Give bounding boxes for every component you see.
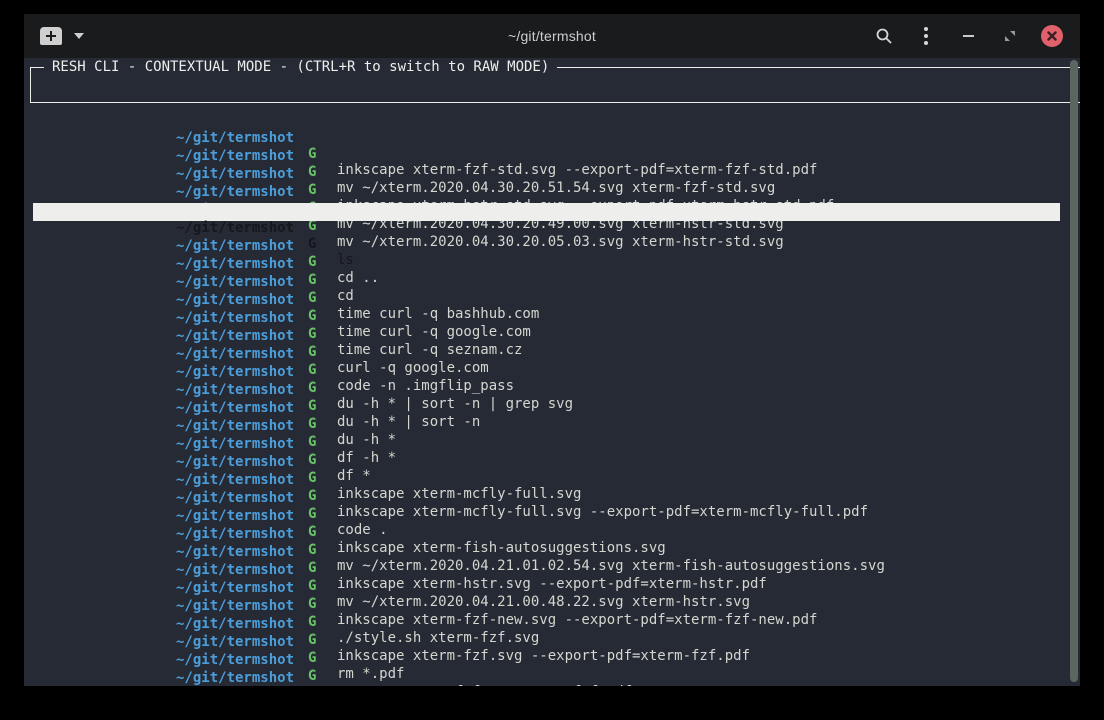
history-row[interactable]: ~/git/termshot G df * xyxy=(33,419,1060,437)
history-row[interactable]: ~/git/termshot G inkscape xterm-fish-aut… xyxy=(33,491,1060,509)
history-row[interactable]: ~/git/termshot G inkscape xterm-hstr.svg… xyxy=(33,527,1060,545)
history-row[interactable]: ~/git/termshot G df -h * xyxy=(33,401,1060,419)
history-row[interactable]: ~/git/termshot G time curl -q seznam.cz xyxy=(33,293,1060,311)
titlebar-left-controls xyxy=(40,14,84,58)
history-row[interactable]: ~/git/termshot G rm *.pdf xyxy=(33,617,1060,635)
history-row[interactable]: ~/git/termshot G inkscape xterm-fzf-std.… xyxy=(33,113,1060,131)
resh-header-box: RESH CLI - CONTEXTUAL MODE - (CTRL+R to … xyxy=(30,67,1080,103)
minimize-icon[interactable] xyxy=(952,20,984,52)
history-row[interactable]: ~/git/termshot G ls xyxy=(33,203,1060,221)
scrollbar[interactable] xyxy=(1070,60,1078,682)
history-row[interactable]: ~/git/termshot G sudo pacman -S inkscape xyxy=(33,653,1060,671)
terminal-window: ~/git/termshot xyxy=(24,14,1080,686)
titlebar: ~/git/termshot xyxy=(24,14,1080,58)
history-row[interactable]: ~/git/termshot G cd .. xyxy=(33,221,1060,239)
history-row[interactable]: ~/git/termshot G du -h * xyxy=(33,383,1060,401)
restore-icon[interactable] xyxy=(994,20,1026,52)
history-row[interactable]: ~/git/termshot G curl -q google.com xyxy=(33,311,1060,329)
history-row[interactable]: ~/git/termshot G mv ~/xterm.2020.04.21.0… xyxy=(33,545,1060,563)
history-row[interactable]: ~/git/termshot G time curl -q bashhub.co… xyxy=(33,257,1060,275)
history-row[interactable]: ~/git/termshot G mv ~/xterm.2020.04.21.0… xyxy=(33,509,1060,527)
kebab-menu-icon[interactable] xyxy=(910,20,942,52)
history-row[interactable]: ~/git/termshot G inkscape xterm-mcfly-fu… xyxy=(33,437,1060,455)
history-row[interactable]: ~/git/termshot G convert xterm-fzf.svg x… xyxy=(33,635,1060,653)
history-row[interactable]: ~/git/termshot G inkscape xterm-fzf.svg … xyxy=(33,599,1060,617)
history-row[interactable]: ~/git/termshot G time curl -q google.com xyxy=(33,275,1060,293)
history-row[interactable]: ~/git/termshot G mv ~/xterm.2020.04.30.2… xyxy=(33,131,1060,149)
history-row[interactable]: ~/git/termshot G du -h * | sort -n | gre… xyxy=(33,347,1060,365)
history-row[interactable]: ~/git/termshot G convert xterm-fzf-new.s… xyxy=(33,671,1060,686)
resh-mode-title: RESH CLI - CONTEXTUAL MODE - (CTRL+R to … xyxy=(44,58,557,77)
history-row[interactable]: ~/git/termshot G code -n .imgflip_pass xyxy=(33,329,1060,347)
history-row[interactable]: ~/git/termshot G inkscape xterm-fzf-new.… xyxy=(33,563,1060,581)
history-row[interactable]: ~/git/termshot G inkscape xterm-mcfly-fu… xyxy=(33,455,1060,473)
history-list: ~/git/termshot G inkscape xterm-fzf-std.… xyxy=(24,113,1080,686)
resh-search-input[interactable] xyxy=(31,76,1080,100)
terminal-screen: RESH CLI - CONTEXTUAL MODE - (CTRL+R to … xyxy=(24,58,1080,686)
titlebar-right-controls xyxy=(868,14,1068,58)
history-row[interactable]: ~/git/termshot G du -h * | sort -n xyxy=(33,365,1060,383)
close-icon[interactable] xyxy=(1036,20,1068,52)
history-row[interactable]: ~/git/termshot G mv ~/xterm.2020.04.30.2… xyxy=(33,167,1060,185)
history-row[interactable]: ~/git/termshot G mv ~/xterm.2020.04.30.2… xyxy=(33,185,1060,203)
history-row[interactable]: ~/git/termshot G code . xyxy=(33,473,1060,491)
history-row[interactable]: ~/git/termshot G inkscape xterm-hstr-std… xyxy=(33,149,1060,167)
new-tab-icon[interactable] xyxy=(40,27,62,45)
history-row[interactable]: ~/git/termshot G cd xyxy=(33,239,1060,257)
history-row[interactable]: ~/git/termshot G ./style.sh xterm-fzf.sv… xyxy=(33,581,1060,599)
search-icon[interactable] xyxy=(868,20,900,52)
chevron-down-icon[interactable] xyxy=(74,33,84,39)
